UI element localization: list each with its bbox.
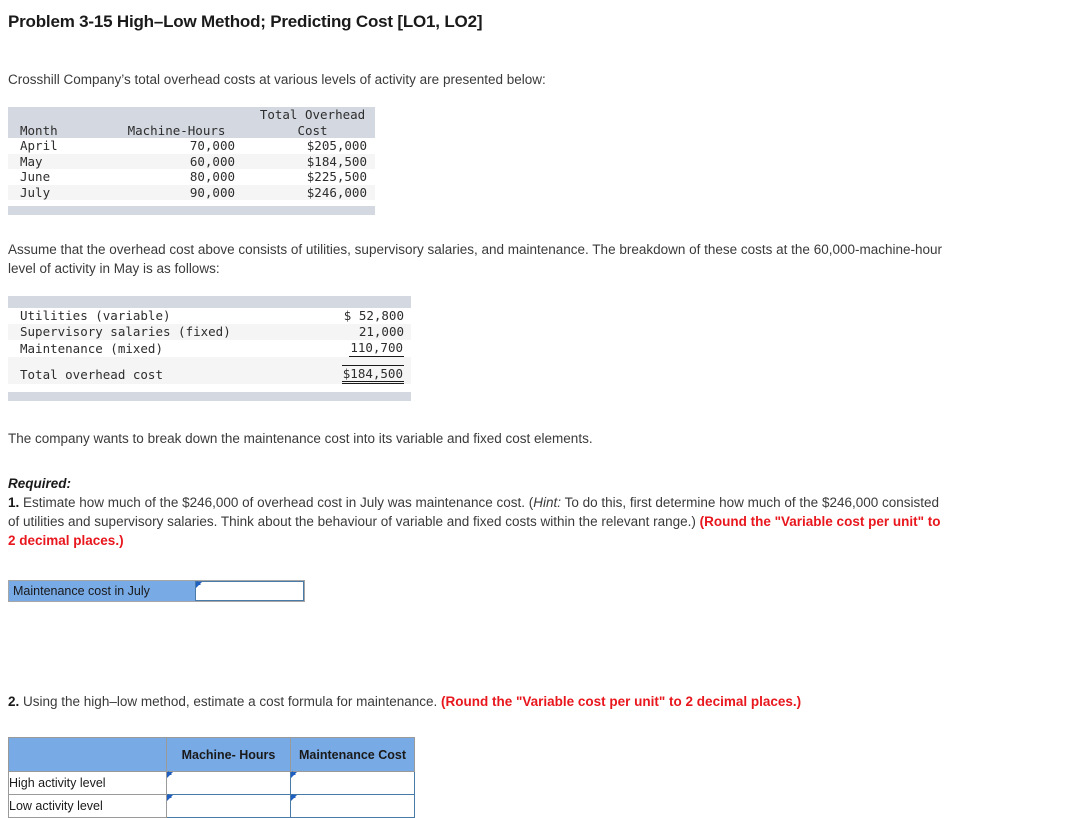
cell-cost: $205,000 [306, 138, 367, 153]
part-2-number: 2. [8, 694, 20, 709]
activity-header-blank [8, 737, 167, 772]
cell-cost: $246,000 [306, 184, 367, 200]
cell-month: May [20, 153, 43, 169]
input-marker-icon [196, 581, 202, 588]
maintenance-cost-label: Maintenance cost in July [9, 581, 195, 601]
cell-cost-amount: 21,000 [358, 324, 404, 340]
table-row: June 80,000 $225,500 [8, 169, 375, 185]
assume-paragraph: Assume that the overhead cost above cons… [8, 242, 943, 276]
header-machine-hours: Machine-Hours [127, 122, 226, 138]
maintenance-cost-answer-row[interactable]: Maintenance cost in July [8, 580, 305, 602]
table-header-row-2: Month Machine-Hours Cost [8, 122, 375, 138]
overhead-cost-table: Total Overhead Month Machine-Hours Cost … [8, 107, 375, 215]
high-machine-hours-input[interactable] [166, 771, 291, 795]
hint-label: Hint: [533, 495, 562, 510]
table-row: Maintenance (mixed) 110,700 [8, 340, 411, 357]
cell-cost-label: Maintenance (mixed) [20, 340, 163, 356]
header-total-overhead-line1: Total Overhead [259, 107, 366, 122]
input-marker-icon [167, 794, 173, 801]
table-row: High activity level [8, 771, 415, 795]
activity-table-header-row: Machine- Hours Maintenance Cost [8, 737, 415, 772]
activity-header-machine-hours: Machine- Hours [166, 737, 291, 772]
cell-month: June [20, 169, 51, 184]
cell-total-amount-wrap: $184,500 [308, 364, 411, 384]
cell-machine-hours: 70,000 [189, 138, 235, 153]
header-blank-cell-2 [118, 107, 258, 123]
required-item-1-text-a: Estimate how much of the $246,000 of ove… [19, 495, 534, 510]
cell-cost-label: Supervisory salaries (fixed) [20, 324, 231, 340]
table-row: April 70,000 $205,000 [8, 138, 375, 154]
part-2-text: Using the high–low method, estimate a co… [19, 694, 441, 709]
activity-row-label-low: Low activity level [8, 794, 167, 818]
activity-level-table: Machine- Hours Maintenance Cost High act… [8, 737, 415, 818]
problem-page: Problem 3-15 High–Low Method; Predicting… [0, 12, 1072, 818]
cell-total-amount: $184,500 [341, 364, 404, 384]
required-item-1-number: 1. [8, 495, 20, 510]
cell-cost-amount: $ 52,800 [343, 308, 404, 324]
table-spacer [8, 384, 411, 392]
high-maintenance-cost-input[interactable] [290, 771, 415, 795]
page-title: Problem 3-15 High–Low Method; Predicting… [8, 12, 483, 31]
header-month: Month [20, 122, 58, 138]
intro-paragraph: Crosshill Company’s total overhead costs… [8, 72, 546, 87]
cost-breakdown-table: Utilities (variable) $ 52,800 Supervisor… [8, 296, 411, 401]
input-marker-icon [167, 771, 173, 778]
cell-machine-hours: 60,000 [189, 153, 235, 169]
part-2-red-note: (Round the "Variable cost per unit" to 2… [440, 694, 802, 709]
cell-cost-amount-underlined: 110,700 [308, 340, 411, 357]
cell-machine-hours: 90,000 [189, 184, 235, 200]
table-row: Supervisory salaries (fixed) 21,000 [8, 324, 411, 340]
required-block: Required: 1. Estimate how much of the $2… [8, 474, 946, 550]
activity-header-maintenance-cost: Maintenance Cost [290, 737, 415, 772]
table-row: Low activity level [8, 794, 415, 818]
cell-total-label: Total overhead cost [20, 366, 163, 382]
table-total-row: Total overhead cost $184,500 [8, 364, 411, 384]
header-total-overhead-line2: Cost [297, 122, 328, 138]
table-footer-band [8, 392, 411, 401]
breakdown-paragraph: The company wants to break down the main… [8, 431, 593, 446]
table-footer-band [8, 206, 375, 215]
input-marker-icon [291, 771, 297, 778]
table-row: July 90,000 $246,000 [8, 184, 375, 200]
cell-cost: $184,500 [306, 153, 367, 169]
table-spacer [8, 356, 411, 365]
low-machine-hours-input[interactable] [166, 794, 291, 818]
cell-cost-label: Utilities (variable) [20, 308, 171, 324]
input-marker-icon [291, 794, 297, 801]
header-blank-cell [8, 107, 118, 123]
maintenance-cost-input-cell[interactable] [195, 581, 304, 601]
table-row: Utilities (variable) $ 52,800 [8, 308, 411, 324]
table-row: May 60,000 $184,500 [8, 153, 375, 169]
required-item-1: 1. Estimate how much of the $246,000 of … [8, 493, 946, 550]
part-2-instruction: 2. Using the high–low method, estimate a… [8, 692, 1072, 711]
cell-machine-hours: 80,000 [189, 169, 235, 184]
cell-cost: $225,500 [306, 169, 367, 184]
table-header-row: Total Overhead [8, 107, 375, 123]
cell-cost-amount: 110,700 [349, 340, 404, 357]
activity-row-label-high: High activity level [8, 771, 167, 795]
cell-month: July [20, 184, 51, 200]
cell-month: April [20, 138, 58, 153]
low-maintenance-cost-input[interactable] [290, 794, 415, 818]
table-header-band [8, 296, 411, 308]
required-heading: Required: [8, 476, 72, 491]
